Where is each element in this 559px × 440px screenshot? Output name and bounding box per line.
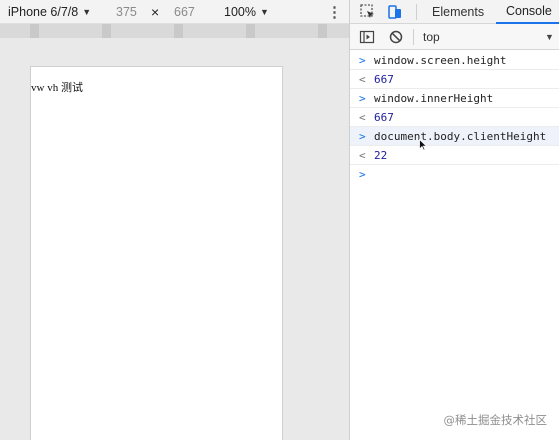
- console-command: window.screen.height: [374, 53, 507, 67]
- device-name: iPhone 6/7/8: [8, 5, 79, 19]
- height-input[interactable]: 667: [174, 0, 195, 24]
- console-prompt-icon: >: [359, 168, 366, 181]
- watermark: @稀土掘金技术社区: [443, 413, 548, 427]
- device-select[interactable]: iPhone 6/7/8 ▼: [8, 0, 91, 24]
- result-prompt-icon: <: [359, 110, 366, 124]
- chevron-down-icon: ▼: [82, 7, 92, 17]
- device-toolbar-icon[interactable]: [386, 3, 404, 21]
- console-line: < 667: [350, 70, 559, 89]
- zoom-value: 100%: [224, 5, 256, 19]
- console-line: < 667: [350, 108, 559, 127]
- ruler-segment: [246, 24, 255, 38]
- input-prompt-icon: >: [359, 53, 366, 67]
- console-input[interactable]: >: [350, 165, 559, 184]
- ruler-segment: [102, 24, 111, 38]
- zoom-select[interactable]: 100% ▼: [224, 0, 269, 24]
- console-output: > window.screen.height < 667 > window.in…: [350, 51, 559, 184]
- tab-console[interactable]: Console: [496, 0, 559, 24]
- console-line: > window.innerHeight: [350, 89, 559, 108]
- clear-console-icon[interactable]: [388, 29, 404, 45]
- context-select[interactable]: top: [423, 24, 440, 50]
- console-command: window.innerHeight: [374, 91, 494, 105]
- sidebar-toggle-icon[interactable]: [359, 29, 375, 45]
- device-toolbar: iPhone 6/7/8 ▼ 375 × 667 100% ▼ ⋮: [0, 0, 349, 24]
- viewport-area: vw vh 测试: [0, 24, 349, 440]
- console-line: > window.screen.height: [350, 51, 559, 70]
- chevron-down-icon: ▼: [259, 7, 269, 17]
- mouse-cursor-icon: [419, 139, 427, 151]
- more-options-icon[interactable]: ⋮: [327, 0, 342, 24]
- input-prompt-icon: >: [359, 129, 366, 143]
- devtools-panel: Elements Console top ▼ > window.screen.h…: [349, 0, 559, 440]
- divider: [416, 4, 417, 20]
- ruler-segment: [30, 24, 39, 38]
- console-line: > document.body.clientHeight: [350, 127, 559, 146]
- ruler-segment: [318, 24, 327, 38]
- devtools-tabbar: Elements Console: [350, 0, 559, 24]
- ruler-segment: [174, 24, 183, 38]
- console-result: 667: [374, 110, 394, 124]
- console-toolbar: top ▼: [350, 24, 559, 50]
- console-command: document.body.clientHeight: [374, 129, 547, 143]
- console-line: < 22: [350, 146, 559, 165]
- result-prompt-icon: <: [359, 72, 366, 86]
- times-label: ×: [151, 4, 160, 20]
- result-prompt-icon: <: [359, 148, 366, 162]
- console-result: 22: [374, 148, 388, 162]
- tab-elements[interactable]: Elements: [432, 0, 484, 24]
- ruler: [0, 24, 349, 38]
- divider: [413, 29, 414, 45]
- chevron-down-icon[interactable]: ▼: [545, 32, 554, 42]
- page-body-text: vw vh 测试: [31, 82, 83, 94]
- input-prompt-icon: >: [359, 91, 366, 105]
- inspect-element-icon[interactable]: [359, 3, 377, 21]
- console-result: 667: [374, 72, 394, 86]
- width-input[interactable]: 375: [116, 0, 137, 24]
- device-frame: vw vh 测试: [30, 66, 283, 440]
